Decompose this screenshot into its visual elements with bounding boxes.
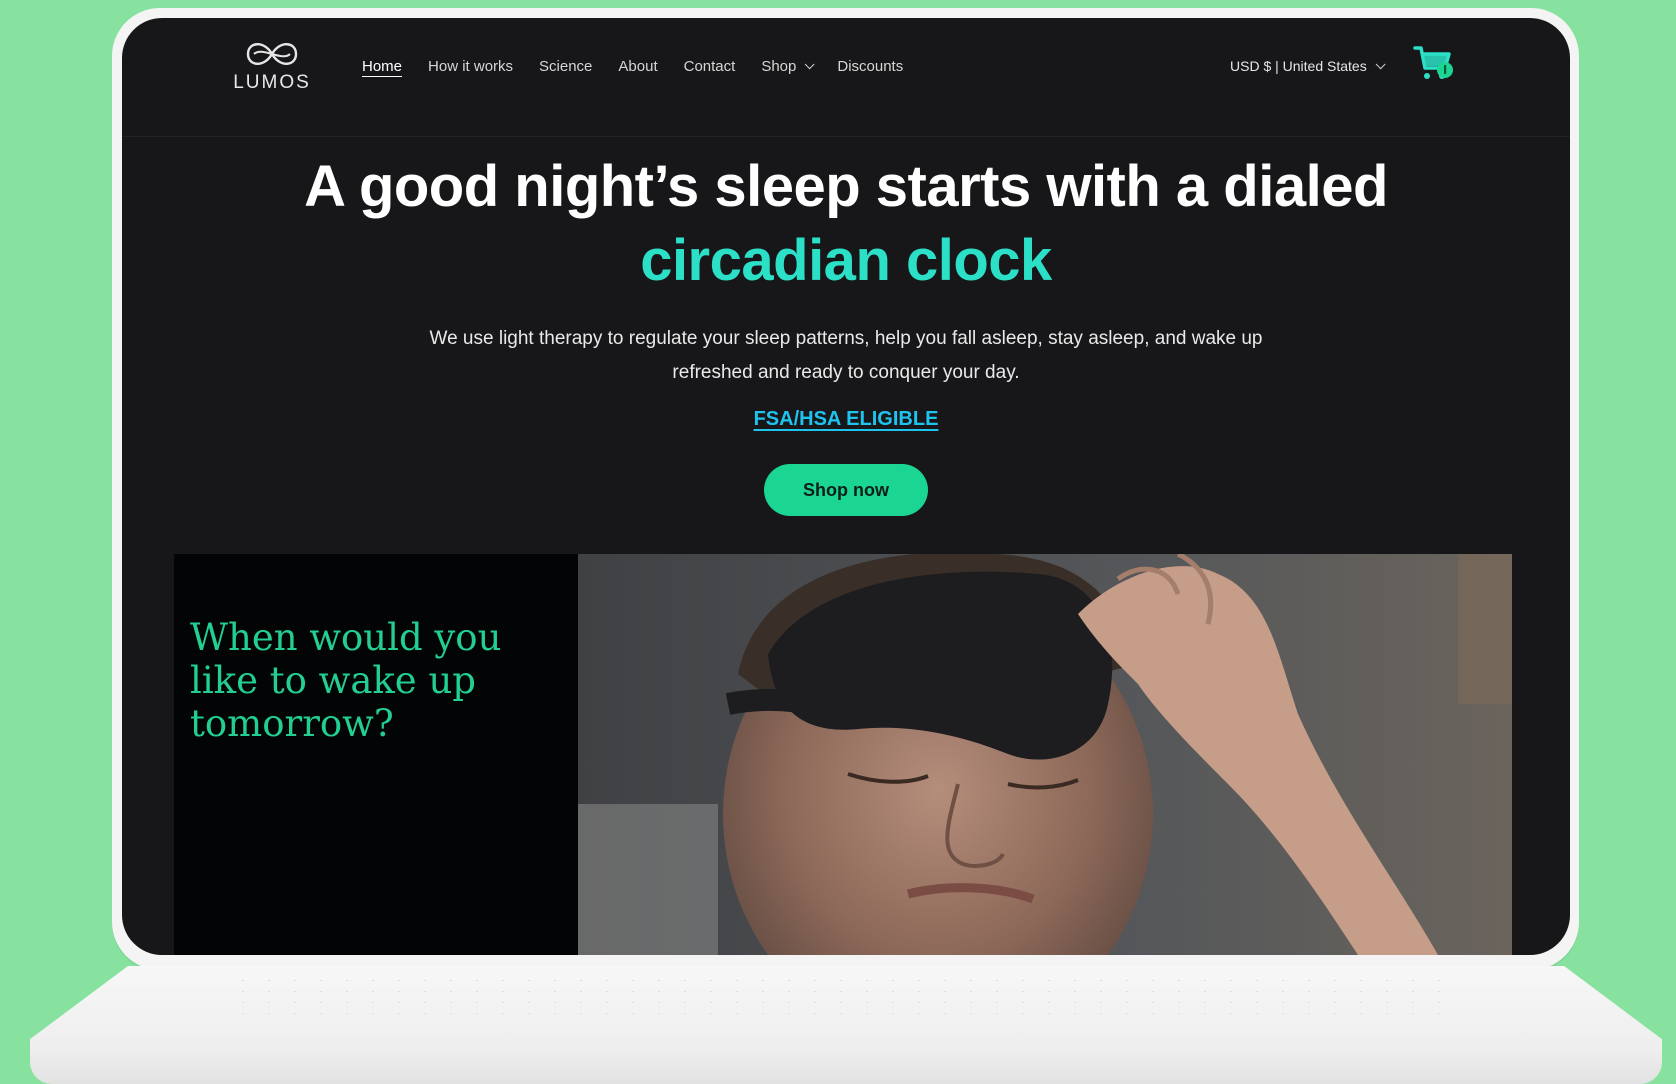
nav-item-home[interactable]: Home [362,58,402,75]
nav-item-label: Home [362,58,403,75]
hero-subtitle: We use light therapy to regulate your sl… [429,328,1263,383]
nav-item-shop[interactable]: Shop [761,58,815,75]
lumos-logo[interactable]: LUMOS [232,36,312,106]
sleep-mask-video[interactable] [578,554,1512,955]
shop-now-button[interactable]: Shop now [764,464,928,516]
cart-button[interactable] [1412,42,1456,86]
hero-headline-line1: A good night’s sleep starts with a diale… [304,154,1388,219]
video-text-panel: When would you like to wake up tomorrow? [174,554,578,955]
nav-item-discounts[interactable]: Discounts [837,58,903,75]
laptop-mockup: LUMOS Home How it works Science About Co… [0,0,1676,1084]
shop-now-label: Shop now [803,480,889,500]
nav-item-science[interactable]: Science [539,58,592,75]
nav-item-how-it-works[interactable]: How it works [428,58,513,75]
chevron-down-icon [805,59,815,70]
nav-item-label: Science [539,58,593,75]
fsa-hsa-eligible-link[interactable]: FSA/HSA ELIGIBLE [122,408,1570,431]
nav-item-label: About [618,58,658,75]
nav-item-label: Discounts [837,58,904,75]
fsa-link-label: FSA/HSA ELIGIBLE [753,408,939,430]
wake-up-question: When would you like to wake up tomorrow? [190,616,502,745]
laptop-keyboard [230,975,1460,1015]
infinity-logo-icon [246,43,298,65]
locale-label: USD $ | United States [1230,58,1367,74]
nav-item-about[interactable]: About [618,58,657,75]
man-with-sleep-mask-image [578,554,1512,955]
currency-country-selector[interactable]: USD $ | United States [1230,58,1386,74]
chevron-down-icon [1375,58,1386,69]
nav-item-label: How it works [428,58,514,75]
logo-wordmark: LUMOS [233,72,311,93]
main-nav: Home How it works Science About Contact … [362,58,929,75]
website-screen: LUMOS Home How it works Science About Co… [122,18,1570,955]
hero-headline-accent: circadian clock [640,228,1052,293]
cart-icon [1413,46,1453,79]
nav-item-label: Contact [683,58,736,75]
hero-headline: A good night’s sleep starts with a diale… [122,150,1570,298]
video-section[interactable]: When would you like to wake up tomorrow? [174,554,1512,955]
nav-item-label: Shop [761,58,797,75]
site-header: LUMOS Home How it works Science About Co… [122,18,1570,137]
nav-item-contact[interactable]: Contact [684,58,736,75]
